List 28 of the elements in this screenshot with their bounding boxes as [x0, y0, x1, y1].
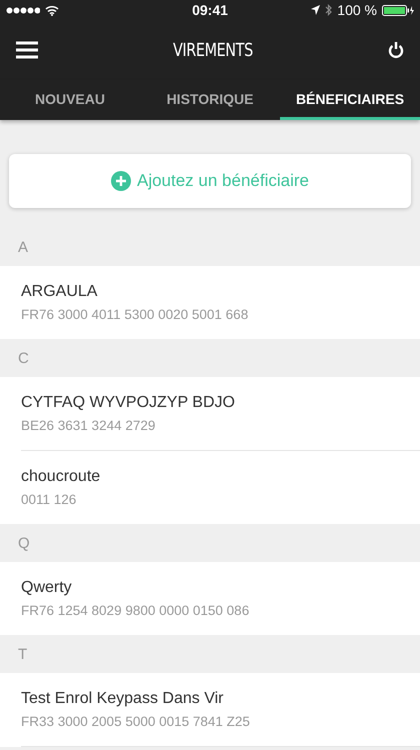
menu-icon[interactable] [16, 41, 38, 59]
section-letter: C [18, 350, 29, 366]
beneficiary-iban: FR76 3000 4011 5300 0020 5001 668 [21, 307, 248, 322]
power-icon[interactable] [388, 41, 404, 59]
tab[interactable]: HISTORIQUE [140, 80, 280, 120]
beneficiary-iban: FR33 3000 2005 5000 0015 7841 Z25 [21, 714, 250, 729]
location-icon [311, 5, 320, 15]
beneficiary-name[interactable]: ARGAULA [21, 283, 98, 301]
wifi-icon [45, 4, 59, 16]
status-time: 09:41 [192, 2, 228, 18]
beneficiary-iban: 0011 126 [21, 492, 76, 507]
battery-percent: 100 % [337, 2, 377, 18]
beneficiary-iban: FR76 1254 8029 9800 0000 0150 086 [21, 603, 250, 618]
section-letter: A [18, 238, 28, 256]
beneficiary-name[interactable]: choucroute [21, 468, 100, 486]
signal-icon [6, 6, 40, 14]
beneficiary-iban: BE26 3631 3244 2729 [21, 418, 156, 433]
beneficiary-name[interactable]: Test Enrol Keypass Dans Vir [21, 690, 224, 708]
tab[interactable]: NOUVEAU [0, 80, 140, 120]
section-letter: T [18, 646, 28, 662]
plus-circle-icon [110, 171, 131, 191]
tab[interactable]: BÉNEFICIAIRES [280, 80, 420, 120]
battery-icon [382, 4, 414, 16]
header-title: VIREMENTS [173, 40, 253, 60]
section-letter: Q [18, 534, 30, 552]
beneficiary-name[interactable]: CYTFAQ WYVPOJZYP BDJO [21, 394, 235, 412]
beneficiary-name[interactable]: Qwerty [21, 579, 72, 597]
bluetooth-icon [325, 4, 332, 16]
